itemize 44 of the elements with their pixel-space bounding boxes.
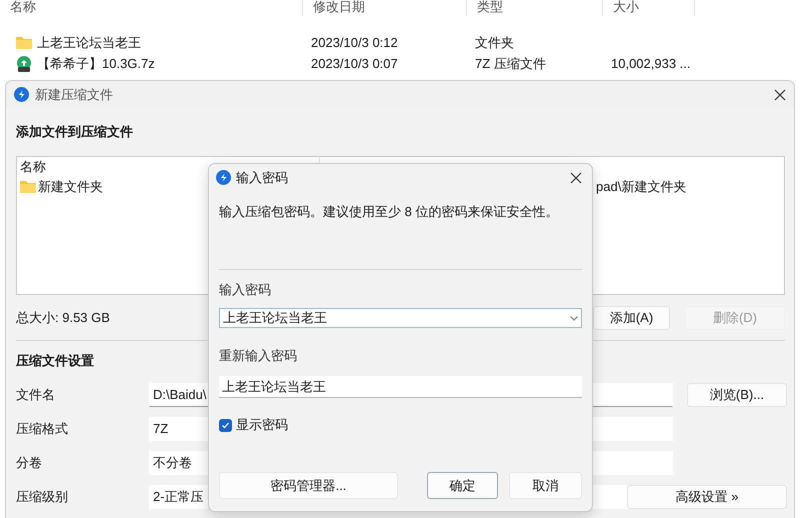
app-icon [216, 170, 231, 185]
file-path: pad\新建文件夹 [596, 178, 688, 196]
confirm-password-field[interactable]: 上老王论坛当老王 [219, 376, 582, 398]
section-heading: 添加文件到压缩文件 [16, 123, 133, 141]
archive-icon [16, 56, 32, 72]
dialog-title: 输入密码 [236, 168, 289, 186]
description-text: 输入压缩包密码。建议使用至少 8 位的密码来保证安全性。 [219, 204, 558, 219]
cancel-button[interactable]: 取消 [509, 472, 582, 499]
file-size: 10,002,933 ... [610, 56, 692, 71]
folder-icon [16, 36, 32, 49]
column-header[interactable]: 名称 [20, 159, 46, 174]
checkbox[interactable] [219, 418, 232, 432]
file-type: 7Z 压缩文件 [474, 54, 547, 72]
file-name[interactable]: 上老王论坛当老王 [37, 34, 141, 52]
column-header[interactable]: 名称 [10, 0, 36, 13]
column-header[interactable]: 大小 [613, 0, 639, 13]
close-icon [570, 172, 582, 184]
browse-button[interactable]: 浏览(B)... [687, 383, 787, 407]
advanced-button[interactable]: 高级设置 » [627, 485, 787, 509]
password-manager-button[interactable]: 密码管理器... [219, 472, 398, 499]
add-button[interactable]: 添加(A) [593, 306, 670, 330]
checkbox-label: 显示密码 [236, 416, 288, 434]
file-name[interactable]: 新建文件夹 [38, 178, 103, 196]
column-header[interactable]: 修改日期 [313, 0, 365, 13]
folder-icon [20, 180, 36, 193]
file-type: 文件夹 [474, 34, 515, 52]
window-title: 新建压缩文件 [35, 86, 114, 104]
total-size: 总大小: 9.53 GB [16, 309, 110, 327]
file-name[interactable]: 【希希子】10.3G.7z [37, 54, 155, 72]
ok-button[interactable]: 确定 [427, 472, 498, 499]
modified-date: 2023/10/3 0:07 [310, 56, 399, 71]
modified-date: 2023/10/3 0:12 [310, 35, 399, 50]
app-icon [14, 87, 29, 102]
field-label: 文件名 [16, 386, 56, 404]
close-icon [774, 88, 786, 100]
column-header[interactable]: 类型 [477, 0, 503, 13]
field-label: 重新输入密码 [219, 347, 298, 365]
field-label: 输入密码 [219, 281, 272, 299]
field-label: 压缩级别 [16, 488, 69, 506]
section-heading: 压缩文件设置 [16, 352, 94, 370]
field-label: 分卷 [16, 454, 43, 472]
caret-icon [570, 316, 578, 320]
field-label: 压缩格式 [16, 420, 69, 438]
password-field[interactable]: 上老王论坛当老王 [219, 308, 582, 328]
